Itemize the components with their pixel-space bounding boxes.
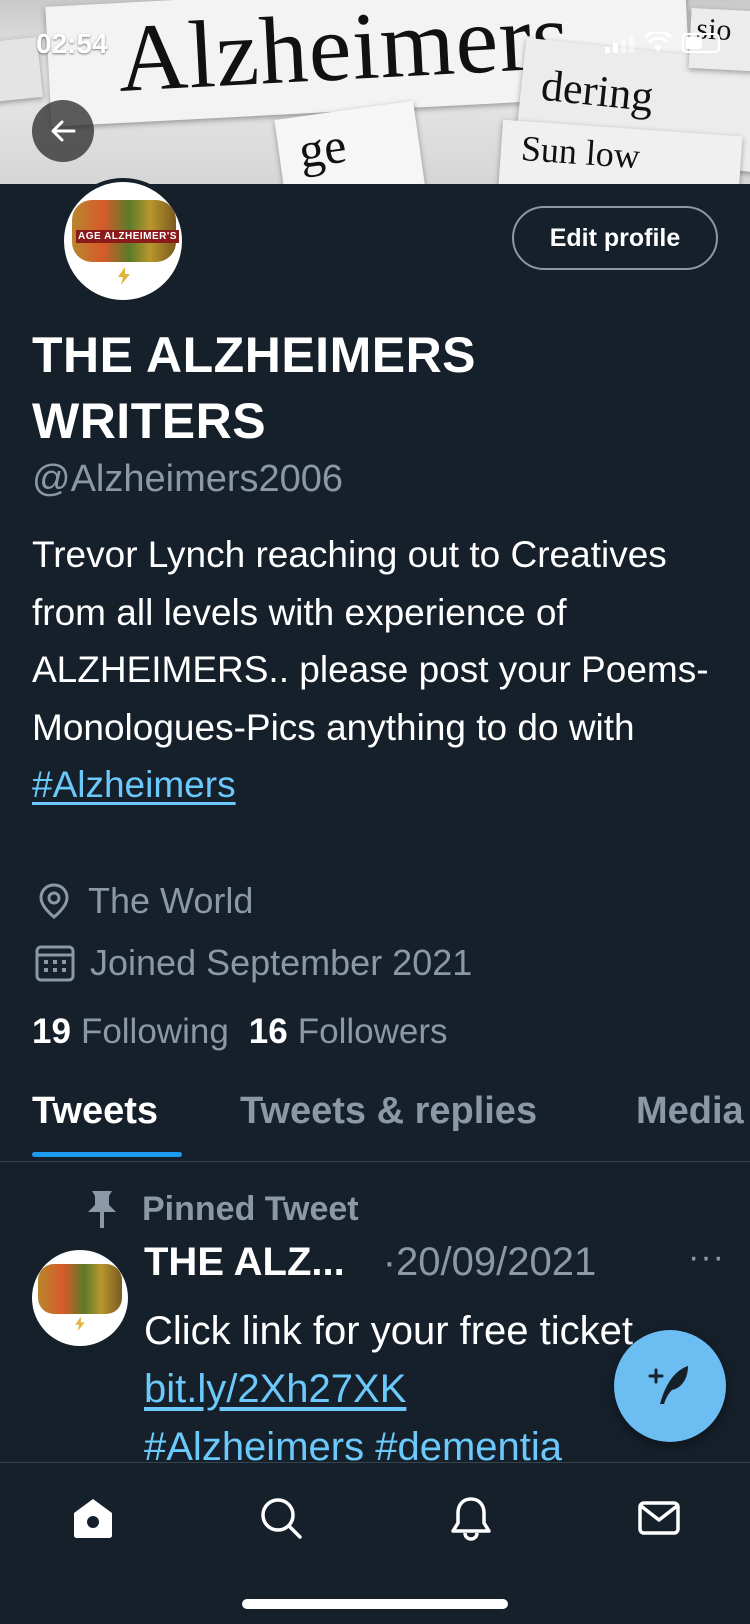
active-tab-indicator <box>32 1152 182 1157</box>
banner-scrap-word: ge <box>295 116 350 179</box>
tab-tweets-replies[interactable]: Tweets & replies <box>240 1090 537 1133</box>
compose-tweet-button[interactable] <box>614 1330 726 1442</box>
battery-icon <box>682 33 720 53</box>
joined-text: Joined September 2021 <box>90 942 473 983</box>
tweet-author-avatar[interactable] <box>32 1250 128 1346</box>
home-indicator <box>242 1599 508 1609</box>
lightning-icon <box>75 1316 85 1332</box>
pinned-tweet-label: Pinned Tweet <box>82 1188 359 1230</box>
avatar-word-cloud <box>38 1264 122 1314</box>
followers-label: Followers <box>297 1012 448 1051</box>
profile-avatar[interactable]: AGE ALZHEIMER'S <box>60 178 186 304</box>
status-icons <box>605 32 720 54</box>
follow-counts: 19 Following 16 Followers <box>32 1012 448 1052</box>
pinned-text: Pinned Tweet <box>142 1189 359 1228</box>
profile-joined: Joined September 2021 <box>34 942 472 984</box>
bell-icon <box>451 1497 491 1541</box>
following-label: Following <box>80 1012 229 1051</box>
following-link[interactable]: 19 Following <box>32 1012 229 1052</box>
tweet-more-button[interactable]: ··· <box>688 1238 725 1277</box>
followers-link[interactable]: 16 Followers <box>249 1012 448 1052</box>
tweet-date: ·20/09/2021 <box>382 1240 597 1284</box>
nav-home[interactable] <box>68 1493 118 1543</box>
tweet-header: THE ALZ... ·20/09/2021 <box>144 1240 596 1285</box>
location-pin-icon <box>39 883 69 919</box>
following-count: 19 <box>32 1012 71 1051</box>
nav-messages[interactable] <box>634 1493 684 1543</box>
bottom-navigation <box>0 1462 750 1624</box>
nav-search[interactable] <box>256 1493 306 1543</box>
profile-bio: Trevor Lynch reaching out to Creatives f… <box>32 526 722 814</box>
tab-media[interactable]: Media <box>636 1090 744 1133</box>
status-time: 02:54 <box>36 28 108 59</box>
wifi-icon <box>644 32 672 52</box>
avatar-text: AGE ALZHEIMER'S <box>76 230 179 243</box>
location-text: The World <box>88 880 254 921</box>
profile-tabs: Tweets Tweets & replies Media <box>0 1090 750 1162</box>
profile-display-name: THE ALZHEIMERS WRITERS <box>32 327 477 449</box>
home-icon <box>74 1499 112 1538</box>
back-arrow-icon <box>51 120 76 142</box>
back-button[interactable] <box>32 100 94 162</box>
banner-headline-word: Alzheimers <box>115 0 573 113</box>
pin-icon <box>88 1191 116 1228</box>
tab-tweets[interactable]: Tweets <box>32 1090 158 1133</box>
nav-notifications[interactable] <box>446 1493 496 1543</box>
banner-scrap-word: dering <box>538 60 656 122</box>
signal-icon <box>605 33 634 53</box>
profile-handle: @Alzheimers2006 <box>32 458 344 500</box>
bio-hashtag-link[interactable]: #Alzheimers <box>32 764 236 805</box>
search-icon <box>261 1498 302 1539</box>
tweet-author-name[interactable]: THE ALZ... <box>144 1240 345 1285</box>
lightning-icon <box>118 267 130 285</box>
profile-location: The World <box>34 880 253 922</box>
mail-icon <box>638 1501 680 1535</box>
banner-scrap-word: Sun low <box>519 128 642 177</box>
edit-profile-button[interactable]: Edit profile <box>512 206 718 270</box>
calendar-icon <box>35 945 75 982</box>
compose-icon <box>648 1366 688 1404</box>
tweet-link[interactable]: bit.ly/2Xh27XK <box>144 1367 406 1411</box>
followers-count: 16 <box>248 1012 288 1051</box>
bio-text: Trevor Lynch reaching out to Creatives f… <box>32 534 709 748</box>
profile-banner[interactable]: Alzheimers dering ge Sun low sio <box>0 0 750 184</box>
